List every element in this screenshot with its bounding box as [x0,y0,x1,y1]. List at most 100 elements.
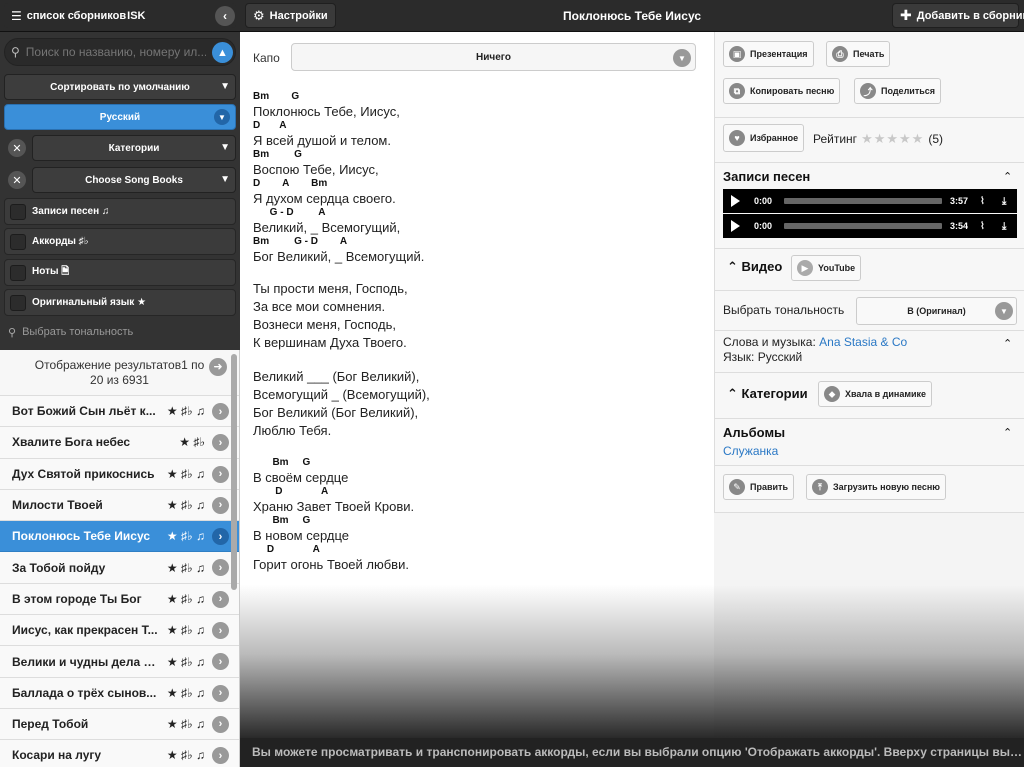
chord-line[interactable]: Bm G - D A [253,235,430,250]
edit-button[interactable]: ✎ Править [723,474,794,500]
chevron-up-icon: ⌃ [727,259,738,274]
youtube-button[interactable]: ▶ YouTube [791,255,862,281]
list-item[interactable]: Вот Божий Сын льёт к... ★ ♯♭ ♫ › [0,396,239,428]
chevron-right-icon[interactable]: › [212,403,229,420]
chevron-right-icon[interactable]: › [212,528,229,546]
list-item[interactable]: Хвалите Бога небес ★ ♯♭ › [0,427,239,459]
list-item[interactable]: Дух Святой прикоснись ★ ♯♭ ♫ › [0,458,239,490]
print-button[interactable]: ⎙ Печать [826,41,891,67]
list-item-selected[interactable]: Поклонюсь Тебе Иисус ★ ♯♭ ♫ › [0,521,239,553]
collapse-sidebar-icon[interactable]: ‹ [215,6,235,26]
gear-icon: ⚙ [253,7,265,23]
list-item[interactable]: Милости Твоей ★ ♯♭ ♫ › [0,489,239,522]
language-select[interactable]: Русский ▼ [4,104,236,130]
divider [715,418,1024,419]
clear-categories-icon[interactable]: ✕ [8,139,26,157]
chord-line[interactable]: Bm G [253,514,430,529]
lyric-line: Храню Завет Твоей Крови. [253,498,415,514]
chevron-right-icon[interactable]: › [212,715,229,733]
video-section[interactable]: ⌃ Видео [727,259,782,275]
favorite-button[interactable]: ♥ Избранное [723,124,805,152]
download-icon[interactable]: ⤓ [1002,221,1016,232]
chevron-right-icon[interactable]: › [212,590,229,608]
song-flags: ★ ♯♭ [179,435,205,450]
category-tag[interactable]: ⬥ Хвала в динамике [818,381,933,407]
filter-sheet-music[interactable]: Ноты 🗎 [4,259,236,286]
results-scrollbar[interactable] [231,354,237,590]
list-item[interactable]: В этом городе Ты Бог ★ ♯♭ ♫ › [0,583,239,616]
play-icon[interactable] [731,195,740,207]
filter-recordings[interactable]: Записи песен ♫ [4,198,236,225]
chevron-up-icon[interactable]: ⌃ [1003,426,1012,439]
settings-button[interactable]: ⚙ Настройки [245,3,336,28]
album-link[interactable]: Служанка [723,444,778,458]
chevron-up-icon[interactable]: ⌃ [1003,170,1012,183]
chevron-right-icon[interactable]: › [212,496,229,514]
songbooks-select[interactable]: Choose Song Books ▼ [32,167,236,193]
chord-line[interactable]: D A [253,543,430,558]
categories-section[interactable]: ⌃ Категории [727,386,808,402]
checkbox[interactable] [10,264,26,281]
checkbox[interactable] [10,203,26,220]
copy-song-button[interactable]: ⧉ Копировать песню [723,78,841,104]
rss-icon[interactable]: ⌇ [980,221,994,232]
checkbox[interactable] [10,233,26,250]
chord-line[interactable]: Bm G [253,456,430,471]
list-item[interactable]: Баллада о трёх сынов... ★ ♯♭ ♫ › [0,677,239,709]
author-link[interactable]: Ana Stasia & Co [819,335,907,349]
categories-select[interactable]: Категории ▼ [32,135,236,161]
edit-label: Править [750,482,788,492]
list-item[interactable]: За Тобой пойду ★ ♯♭ ♫ › [0,552,239,584]
share-button[interactable]: ⤴ Поделиться [854,78,942,104]
arrow-right-icon[interactable]: ➜ [209,358,227,376]
list-item[interactable]: Велики и чудны дела Т... ★ ♯♭ ♫ › [0,646,239,678]
chevron-up-icon[interactable]: ▲ [212,42,233,63]
filter-chords[interactable]: Аккорды ♯♭ [4,228,236,255]
filter-label: Оригинальный язык ★ [32,297,147,308]
key-search[interactable]: ⚲ Выбрать тональность [4,320,236,344]
chord-line[interactable]: Bm G [253,90,430,105]
chevron-up-icon[interactable]: ⌃ [1003,337,1012,350]
chord-line[interactable]: D A [253,119,430,134]
chevron-right-icon[interactable]: › [212,653,229,671]
list-item[interactable]: Перед Тобой ★ ♯♭ ♫ › [0,708,239,741]
chevron-right-icon[interactable]: › [212,465,229,483]
chevron-right-icon[interactable]: › [212,684,229,702]
song-flags: ★ ♯♭ ♫ [166,404,205,419]
search-input[interactable] [25,45,206,59]
divider [715,290,1024,291]
add-to-songbook-button[interactable]: ✚ Добавить в сборник [892,3,1024,28]
chord-line[interactable]: Bm G [253,148,430,163]
songbooks-list-button[interactable]: ☰ список сборников ISK [4,3,236,28]
key-label: Выбрать тональность [723,303,845,317]
player-progress[interactable] [784,198,942,204]
chevron-right-icon[interactable]: › [212,559,229,577]
presentation-button[interactable]: ▣ Презентация [723,41,814,67]
chevron-right-icon[interactable]: › [212,747,229,765]
song-title: Вот Божий Сын льёт к... [12,404,156,419]
list-item[interactable]: Иисус, как прекрасен Т... ★ ♯♭ ♫ › [0,615,239,647]
filter-original-language[interactable]: Оригинальный язык ★ [4,289,236,316]
chord-line[interactable]: G - D A [253,206,430,221]
download-icon[interactable]: ⤓ [1002,196,1016,207]
rating-stars[interactable]: ★★★★★ [861,131,924,147]
play-icon[interactable] [731,220,740,232]
upload-song-button[interactable]: ⤒ Загрузить новую песню [806,474,946,500]
pencil-icon: ✎ [729,479,745,495]
player-progress[interactable] [784,223,942,229]
chord-line[interactable]: D A Bm [253,177,430,192]
chord-line[interactable]: D A [253,485,430,500]
capo-select[interactable]: Ничего ▼ [291,43,696,71]
list-item[interactable]: Косари на лугу ★ ♯♭ ♫ › [0,740,239,767]
player-duration: 3:54 [950,221,969,231]
key-select[interactable]: В (Оригинал) ▼ [856,297,1017,325]
song-title: Иисус, как прекрасен Т... [12,623,158,638]
chevron-right-icon[interactable]: › [212,434,229,452]
chevron-right-icon[interactable]: › [212,622,229,640]
clear-songbooks-icon[interactable]: ✕ [8,171,26,189]
sort-select[interactable]: Сортировать по умолчанию ▼ [4,74,236,100]
copy-icon: ⧉ [729,83,745,99]
lyric-line: За все мои сомнения. [253,299,386,314]
checkbox[interactable] [10,294,26,311]
rss-icon[interactable]: ⌇ [980,196,994,207]
